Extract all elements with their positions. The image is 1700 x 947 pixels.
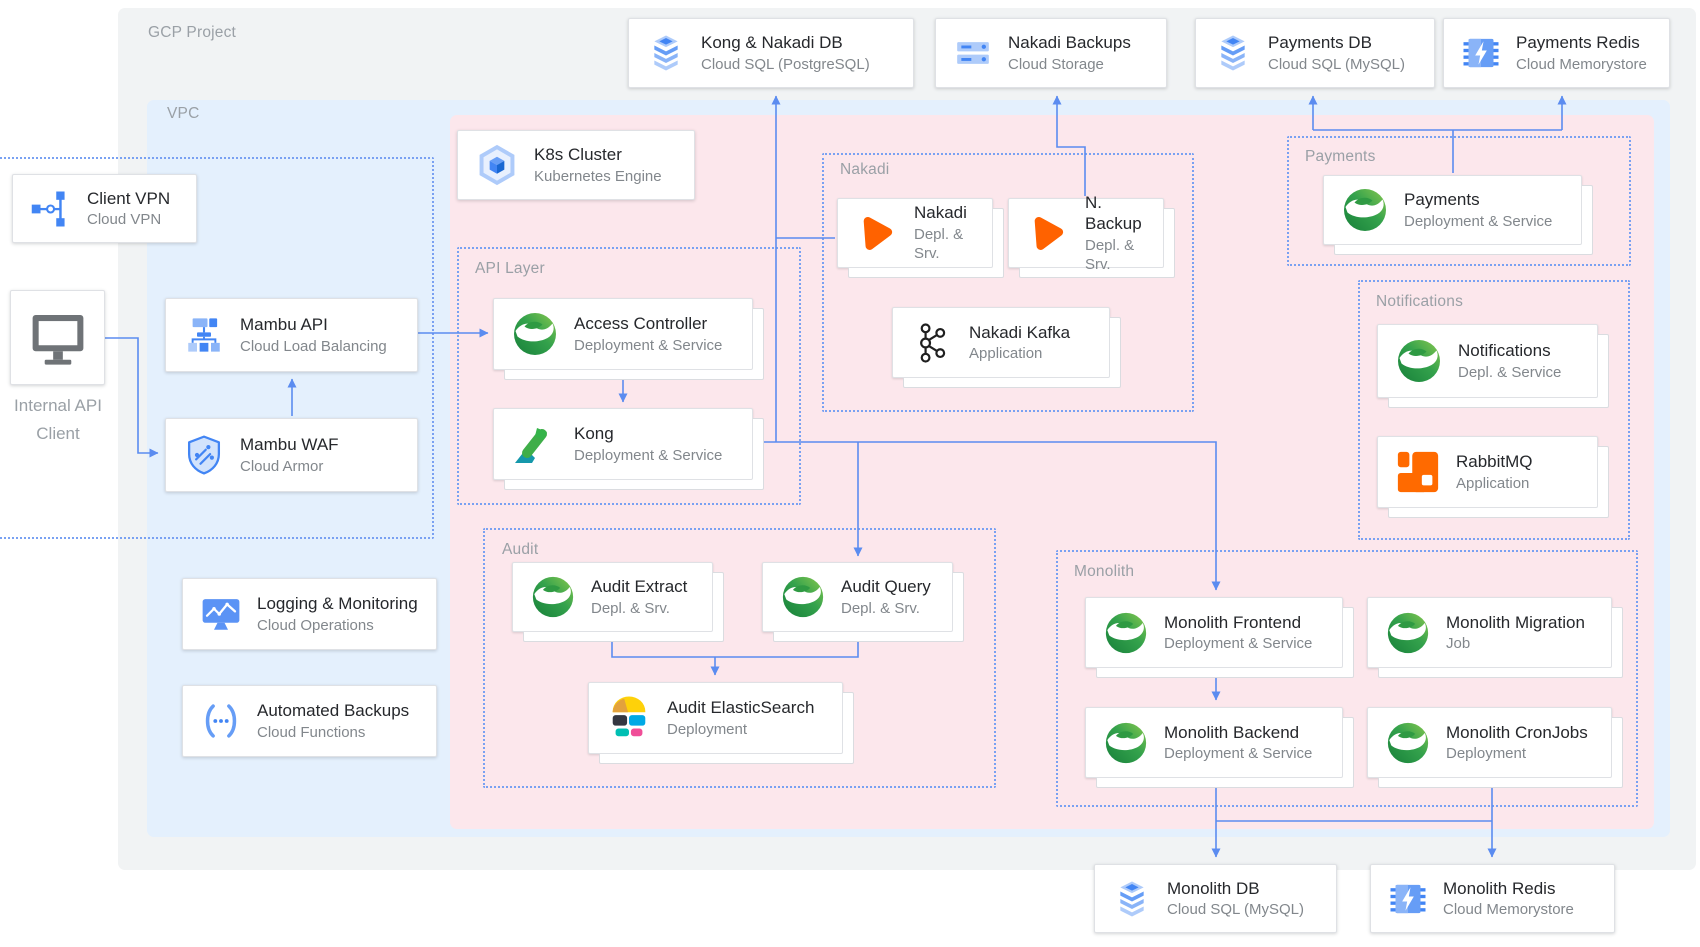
green-service-icon xyxy=(530,574,576,620)
card-notifications-service: NotificationsDepl. & Service xyxy=(1377,324,1598,398)
gcp-project-label: GCP Project xyxy=(148,24,236,42)
card-rabbitmq: RabbitMQApplication xyxy=(1377,436,1598,508)
card-mambu-waf: Mambu WAFCloud Armor xyxy=(165,418,418,492)
card-audit-elasticsearch: Audit ElasticSearchDeployment xyxy=(588,682,843,754)
card-nakadi: NakadiDepl. & Srv. xyxy=(837,198,993,268)
card-automated-backups: Automated BackupsCloud Functions xyxy=(182,685,437,757)
card-kong: KongDeployment & Service xyxy=(493,408,753,480)
nakadi-icon xyxy=(855,211,899,255)
green-service-icon xyxy=(1385,610,1431,656)
notifications-label: Notifications xyxy=(1376,293,1463,311)
green-service-icon xyxy=(1341,186,1389,234)
internal-api-client-label: Internal API Client xyxy=(0,392,116,448)
card-nakadi-backups: Nakadi BackupsCloud Storage xyxy=(935,18,1167,88)
rabbitmq-icon xyxy=(1395,449,1441,495)
payments-label: Payments xyxy=(1305,148,1376,166)
api-layer-label: API Layer xyxy=(475,260,545,278)
green-service-icon xyxy=(1385,720,1431,766)
card-k8s-cluster: K8s ClusterKubernetes Engine xyxy=(457,130,695,200)
nakadi-icon xyxy=(1026,211,1070,255)
cloud-vpn-icon xyxy=(30,188,72,230)
card-internal-api-client xyxy=(10,290,105,385)
cloud-armor-icon xyxy=(183,434,225,476)
card-n-backup: N. BackupDepl. & Srv. xyxy=(1008,198,1164,268)
card-logging-monitoring: Logging & MonitoringCloud Operations xyxy=(182,578,437,650)
card-audit-query: Audit QueryDepl. & Srv. xyxy=(762,562,953,632)
card-payments-service: PaymentsDeployment & Service xyxy=(1323,175,1582,245)
nakadi-label: Nakadi xyxy=(840,161,889,179)
kubernetes-engine-icon xyxy=(475,143,519,187)
card-access-controller: Access ControllerDeployment & Service xyxy=(493,298,753,370)
cloud-sql-icon xyxy=(646,33,686,73)
card-kong-nakadi-db: Kong & Nakadi DBCloud SQL (PostgreSQL) xyxy=(628,18,914,88)
green-service-icon xyxy=(511,310,559,358)
cloud-sql-icon xyxy=(1112,879,1152,919)
edge-audit-bottoms xyxy=(612,632,858,657)
card-nakadi-kafka: Nakadi KafkaApplication xyxy=(892,307,1110,378)
green-service-icon xyxy=(1103,720,1149,766)
vpc-label: VPC xyxy=(167,105,199,123)
edge-nbackup-to-nakadi-backups xyxy=(1057,96,1085,196)
audit-label: Audit xyxy=(502,541,538,559)
card-mambu-api: Mambu APICloud Load Balancing xyxy=(165,298,418,372)
kong-icon xyxy=(511,420,559,468)
card-payments-db: Payments DBCloud SQL (MySQL) xyxy=(1195,18,1435,88)
card-payments-redis: Payments RedisCloud Memorystore xyxy=(1443,18,1670,88)
card-monolith-cronjobs: Monolith CronJobsDeployment xyxy=(1367,707,1612,778)
card-monolith-migration: Monolith MigrationJob xyxy=(1367,597,1612,668)
cloud-operations-icon xyxy=(200,593,242,635)
cloud-memorystore-icon xyxy=(1461,33,1501,73)
card-client-vpn: Client VPNCloud VPN xyxy=(12,174,197,243)
monolith-label: Monolith xyxy=(1074,563,1134,581)
card-monolith-frontend: Monolith FrontendDeployment & Service xyxy=(1085,597,1343,668)
kafka-icon xyxy=(910,321,954,365)
green-service-icon xyxy=(780,574,826,620)
desktop-monitor-icon xyxy=(29,309,87,367)
card-audit-extract: Audit ExtractDepl. & Srv. xyxy=(512,562,713,632)
cloud-load-balancing-icon xyxy=(183,314,225,356)
cloud-functions-icon xyxy=(200,700,242,742)
cloud-memorystore-icon xyxy=(1388,879,1428,919)
cloud-sql-icon xyxy=(1213,33,1253,73)
elasticsearch-icon xyxy=(606,695,652,741)
card-monolith-db: Monolith DBCloud SQL (MySQL) xyxy=(1094,864,1337,933)
green-service-icon xyxy=(1103,610,1149,656)
card-monolith-redis: Monolith RedisCloud Memorystore xyxy=(1370,864,1615,933)
card-monolith-backend: Monolith BackendDeployment & Service xyxy=(1085,707,1343,778)
green-service-icon xyxy=(1395,337,1443,385)
cloud-storage-icon xyxy=(953,33,993,73)
